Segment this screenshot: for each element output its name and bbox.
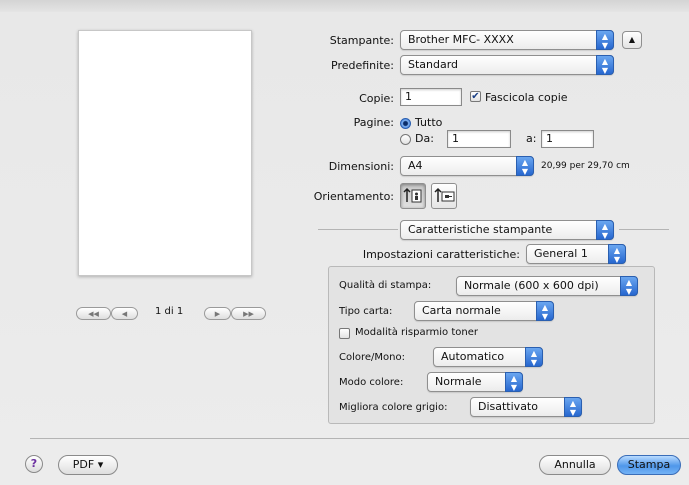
popup-arrows-icon: ▲ ▼ xyxy=(596,220,614,240)
toner-save-checkbox[interactable] xyxy=(339,328,350,339)
prev-page-button[interactable]: ◀ xyxy=(111,307,138,320)
printer-label: Stampante: xyxy=(329,34,394,47)
gray-popup[interactable]: Disattivato ▲ ▼ xyxy=(470,397,582,417)
next-page-button[interactable]: ▶ xyxy=(204,307,231,320)
window-title-strip xyxy=(0,0,689,12)
panel-popup[interactable]: Caratteristiche stampante ▲ ▼ xyxy=(400,220,614,240)
paper-size-popup[interactable]: A4 ▲ ▼ xyxy=(400,156,534,176)
landscape-button[interactable] xyxy=(431,183,457,209)
copies-label: Copie: xyxy=(359,92,394,105)
collate-label: Fascicola copie xyxy=(485,91,568,104)
page-indicator: 1 di 1 xyxy=(155,306,184,317)
pages-to-label: a: xyxy=(526,132,537,145)
printer-popup[interactable]: Brother MFC- XXXX ▲ ▼ xyxy=(400,30,614,50)
popup-arrows-icon: ▲ ▼ xyxy=(596,30,614,50)
separator-left xyxy=(318,229,398,230)
copies-field[interactable]: 1 xyxy=(400,88,462,106)
color-mode-value: Normale xyxy=(435,375,482,388)
quality-popup[interactable]: Normale (600 x 600 dpi) ▲ ▼ xyxy=(456,276,638,296)
media-label: Tipo carta: xyxy=(339,306,393,317)
color-mode-label: Modo colore: xyxy=(339,377,404,388)
popup-arrows-icon: ▲ ▼ xyxy=(564,397,582,417)
panel-value: Caratteristiche stampante xyxy=(408,223,553,236)
footer-separator xyxy=(30,438,689,439)
first-page-button[interactable]: ◀◀ xyxy=(76,307,111,320)
paper-dimensions: 20,99 per 29,70 cm xyxy=(541,161,630,171)
gray-label: Migliora colore grigio: xyxy=(339,402,448,413)
toner-save-label: Modalità risparmio toner xyxy=(355,327,478,338)
presets-popup[interactable]: Standard ▲ ▼ xyxy=(400,55,614,75)
color-mode-popup[interactable]: Normale ▲ ▼ xyxy=(427,372,523,392)
cancel-button[interactable]: Annulla xyxy=(539,455,611,475)
collate-checkbox[interactable]: ✔ xyxy=(470,91,481,102)
popup-arrows-icon: ▲ ▼ xyxy=(620,276,638,296)
feature-sets-value: General 1 xyxy=(534,247,588,260)
print-button[interactable]: Stampa xyxy=(617,455,681,475)
popup-arrows-icon: ▲ ▼ xyxy=(608,244,626,264)
feature-sets-label: Impostazioni caratteristiche: xyxy=(362,248,520,261)
disclosure-button[interactable]: ▲ xyxy=(622,31,642,49)
portrait-icon xyxy=(403,187,422,203)
popup-arrows-icon: ▲ ▼ xyxy=(516,156,534,176)
landscape-icon xyxy=(434,187,455,202)
separator-right xyxy=(619,229,669,230)
popup-arrows-icon: ▲ ▼ xyxy=(536,301,554,321)
pages-from-label: Da: xyxy=(415,132,434,145)
presets-label: Predefinite: xyxy=(331,59,394,72)
pages-from-field[interactable]: 1 xyxy=(447,130,511,148)
orientation-label: Orientamento: xyxy=(313,190,394,203)
page-preview xyxy=(78,30,252,276)
feature-sets-popup[interactable]: General 1 ▲ ▼ xyxy=(526,244,626,264)
color-mono-value: Automatico xyxy=(441,350,505,363)
presets-value: Standard xyxy=(408,58,459,71)
pages-label: Pagine: xyxy=(353,116,394,129)
printer-value: Brother MFC- XXXX xyxy=(408,33,514,46)
pages-all-radio[interactable] xyxy=(400,118,411,129)
quality-label: Qualità di stampa: xyxy=(339,280,432,291)
media-value: Carta normale xyxy=(422,304,501,317)
quality-value: Normale (600 x 600 dpi) xyxy=(464,279,599,292)
popup-arrows-icon: ▲ ▼ xyxy=(596,55,614,75)
help-button[interactable]: ? xyxy=(25,455,43,473)
color-mono-label: Colore/Mono: xyxy=(339,352,405,363)
popup-arrows-icon: ▲ ▼ xyxy=(505,372,523,392)
last-page-button[interactable]: ▶▶ xyxy=(231,307,266,320)
triangle-up-icon: ▲ xyxy=(628,35,636,44)
gray-value: Disattivato xyxy=(478,400,538,413)
paper-size-value: A4 xyxy=(408,159,423,172)
popup-arrows-icon: ▲ ▼ xyxy=(525,347,543,367)
color-mono-popup[interactable]: Automatico ▲ ▼ xyxy=(433,347,543,367)
portrait-button[interactable] xyxy=(400,183,426,209)
pdf-button[interactable]: PDF ▾ xyxy=(58,455,118,475)
help-icon: ? xyxy=(30,457,38,470)
pages-all-label: Tutto xyxy=(415,116,443,129)
media-popup[interactable]: Carta normale ▲ ▼ xyxy=(414,301,554,321)
pages-to-field[interactable]: 1 xyxy=(541,130,594,148)
paper-size-label: Dimensioni: xyxy=(328,160,394,173)
pages-range-radio[interactable] xyxy=(400,134,411,145)
